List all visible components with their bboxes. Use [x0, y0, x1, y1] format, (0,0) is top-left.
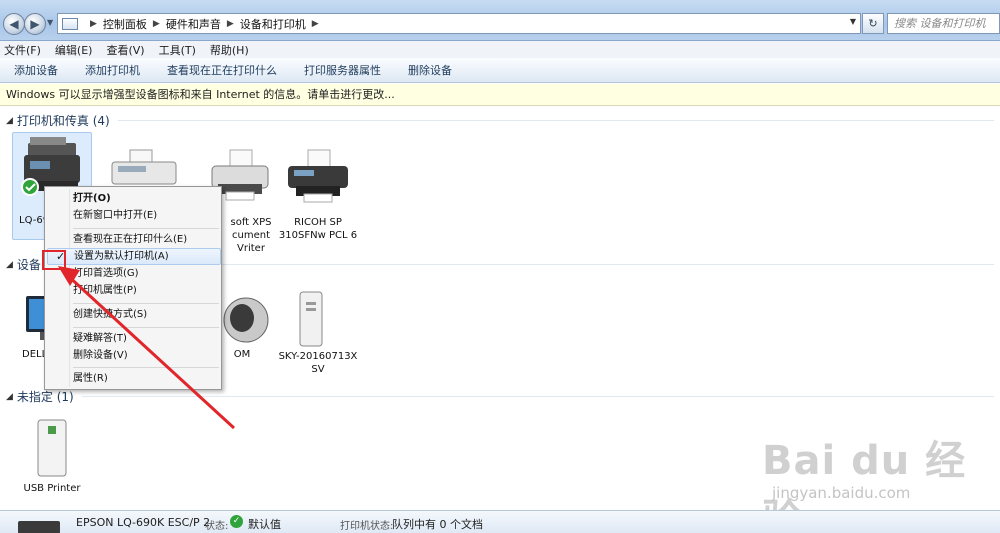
- ctx-properties[interactable]: 属性(R): [47, 370, 221, 387]
- menu-separator: [73, 303, 219, 304]
- group-title: 设备: [16, 258, 41, 272]
- device-label: 310SFNw PCL 6: [278, 230, 358, 241]
- ctx-set-default-printer[interactable]: ✓ 设置为默认打印机(A): [47, 248, 221, 265]
- device-label: SKY-20160713X: [278, 351, 358, 362]
- ctx-open-new-window[interactable]: 在新窗口中打开(E): [47, 207, 221, 224]
- ctx-see-printing[interactable]: 查看现在正在打印什么(E): [47, 231, 221, 248]
- baidu-watermark: Bai du 经验 jingyan.baidu.com: [760, 428, 1000, 533]
- usb-printer-icon: [16, 416, 88, 480]
- command-toolbar: 添加设备 添加打印机 查看现在正在打印什么 打印服务器属性 删除设备: [0, 58, 1000, 83]
- ctx-remove-device[interactable]: 删除设备(V): [47, 347, 221, 364]
- group-header-unspecified[interactable]: ◢ 未指定 (1): [6, 388, 994, 405]
- breadcrumb-control-panel[interactable]: 控制面板: [103, 16, 147, 32]
- group-title: 未指定 (1): [16, 390, 74, 404]
- remove-device-button[interactable]: 删除设备: [408, 62, 452, 78]
- printer-thumbnail-icon: [18, 521, 60, 533]
- address-bar: ◀ ▶ ▼ ▶ 控制面板 ▶ 硬件和声音 ▶ 设备和打印机 ▶ ▼ ↻ 搜索 设…: [0, 0, 1000, 41]
- status-value: 默认值: [248, 518, 281, 531]
- group-header-printers[interactable]: ◢ 打印机和传真 (4): [6, 112, 994, 129]
- breadcrumb-hardware-sound[interactable]: 硬件和声音: [166, 16, 221, 32]
- device-computer[interactable]: SKY-20160713X SV: [278, 290, 358, 376]
- add-printer-button[interactable]: 添加打印机: [85, 62, 140, 78]
- ctx-open[interactable]: 打开(O): [47, 190, 221, 207]
- back-arrow-icon[interactable]: ◀: [3, 13, 25, 35]
- printer-status-label: 打印机状态:: [340, 521, 394, 532]
- breadcrumb-separator-icon[interactable]: ▶: [153, 19, 160, 29]
- group-divider: [117, 120, 994, 121]
- forward-arrow-icon[interactable]: ▶: [24, 13, 46, 35]
- search-input[interactable]: 搜索 设备和打印机: [887, 13, 1000, 34]
- annotation-highlight-box: [42, 250, 66, 270]
- ctx-printing-preferences[interactable]: 打印首选项(G): [47, 265, 221, 282]
- breadcrumb-separator-icon[interactable]: ▶: [90, 19, 97, 29]
- status-label: 状态:: [205, 521, 229, 532]
- refresh-icon[interactable]: ↻: [862, 13, 884, 34]
- printer-icon: [282, 148, 354, 214]
- print-server-properties-button[interactable]: 打印服务器属性: [304, 62, 381, 78]
- ctx-printer-properties[interactable]: 打印机属性(P): [47, 282, 221, 299]
- info-bar[interactable]: Windows 可以显示增强型设备图标和来自 Internet 的信息。请单击进…: [0, 84, 1000, 106]
- menu-help[interactable]: 帮助(H): [210, 42, 249, 58]
- device-usb-printer[interactable]: USB Printer: [12, 416, 92, 495]
- menu-edit[interactable]: 编辑(E): [55, 42, 93, 58]
- ctx-create-shortcut[interactable]: 创建快捷方式(S): [47, 306, 221, 323]
- menu-bar: 文件(F) 编辑(E) 查看(V) 工具(T) 帮助(H): [0, 41, 1000, 58]
- menu-separator: [73, 228, 219, 229]
- address-box[interactable]: ▶ 控制面板 ▶ 硬件和声音 ▶ 设备和打印机 ▶ ▼: [57, 13, 861, 34]
- watermark-url: jingyan.baidu.com: [772, 484, 911, 502]
- menu-view[interactable]: 查看(V): [106, 42, 144, 58]
- ctx-label: 设置为默认打印机(A): [74, 251, 169, 262]
- status-bar: EPSON LQ-690K ESC/P 2 状态: ✓ 默认值 打印机状态: 队…: [0, 510, 1000, 533]
- ok-check-icon: ✓: [230, 515, 243, 528]
- group-title: 打印机和传真 (4): [16, 114, 110, 128]
- computer-tower-icon: [282, 290, 354, 348]
- printer-status-value: 队列中有 0 个文档: [392, 518, 483, 531]
- context-menu: 打开(O) 在新窗口中打开(E) 查看现在正在打印什么(E) ✓ 设置为默认打印…: [44, 186, 222, 390]
- breadcrumb-separator-icon[interactable]: ▶: [227, 19, 234, 29]
- menu-separator: [73, 367, 219, 368]
- add-device-button[interactable]: 添加设备: [14, 62, 58, 78]
- menu-tools[interactable]: 工具(T): [159, 42, 196, 58]
- group-divider: [81, 396, 994, 397]
- menu-file[interactable]: 文件(F): [4, 42, 41, 58]
- address-dropdown-icon[interactable]: ▼: [850, 17, 856, 26]
- collapse-triangle-icon[interactable]: ◢: [6, 392, 13, 402]
- device-ricoh-printer[interactable]: RICOH SP 310SFNw PCL 6: [278, 148, 358, 242]
- see-whats-printing-button[interactable]: 查看现在正在打印什么: [167, 62, 277, 78]
- device-label: SV: [311, 364, 325, 375]
- control-panel-icon: [62, 17, 78, 30]
- collapse-triangle-icon[interactable]: ◢: [6, 260, 13, 270]
- device-label: USB Printer: [23, 483, 81, 494]
- history-dropdown-icon[interactable]: ▼: [47, 18, 53, 27]
- status-device-name: EPSON LQ-690K ESC/P 2: [76, 516, 211, 529]
- breadcrumb-devices-printers[interactable]: 设备和打印机: [240, 16, 306, 32]
- menu-separator: [73, 327, 219, 328]
- device-label: RICOH SP: [294, 217, 342, 228]
- collapse-triangle-icon[interactable]: ◢: [6, 116, 13, 126]
- ctx-troubleshoot[interactable]: 疑难解答(T): [47, 330, 221, 347]
- breadcrumb-separator-icon[interactable]: ▶: [312, 19, 319, 29]
